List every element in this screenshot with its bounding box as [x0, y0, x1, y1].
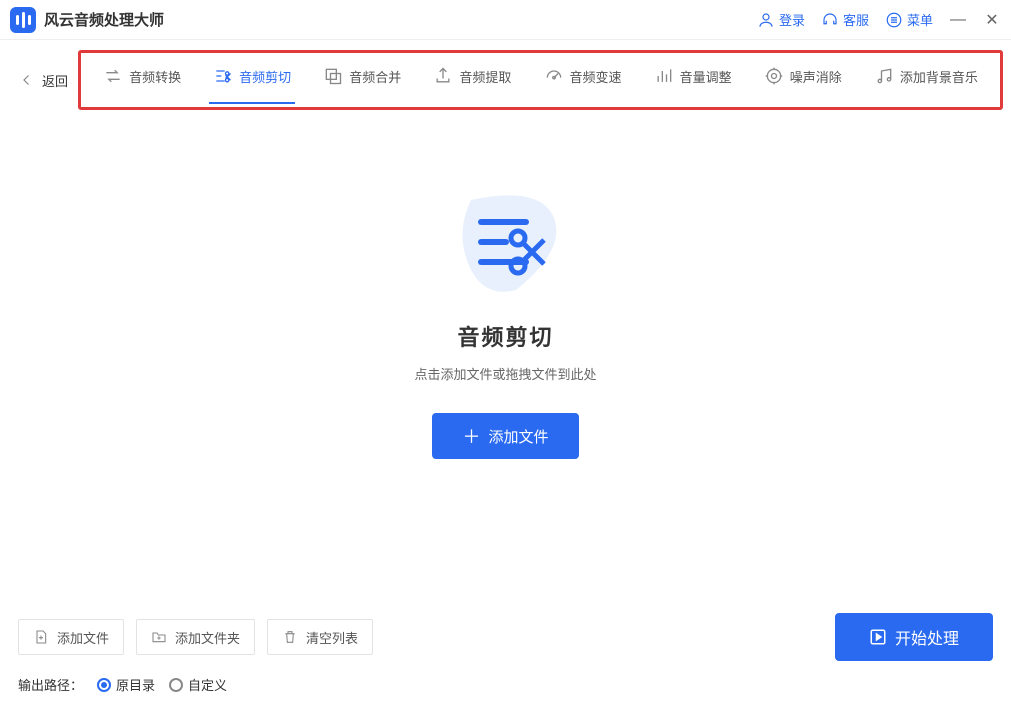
clear-list-button[interactable]: 清空列表	[267, 619, 373, 655]
tool-denoise[interactable]: 噪声消除	[760, 56, 846, 96]
minimize-button[interactable]: —	[949, 11, 967, 29]
back-button[interactable]: 返回	[8, 50, 78, 110]
music-icon	[874, 66, 894, 86]
denoise-icon	[764, 66, 784, 86]
trash-icon	[282, 629, 298, 645]
add-folder-button[interactable]: 添加文件夹	[136, 619, 255, 655]
start-process-label: 开始处理	[895, 625, 959, 649]
output-path-label: 输出路径：	[18, 675, 83, 694]
tool-cut[interactable]: 音频剪切	[209, 56, 295, 96]
output-original-label: 原目录	[116, 675, 155, 694]
add-folder-label: 添加文件夹	[175, 628, 240, 647]
output-original-radio[interactable]: 原目录	[97, 675, 155, 694]
output-custom-label: 自定义	[188, 675, 227, 694]
tool-bgmusic[interactable]: 添加背景音乐	[870, 56, 982, 96]
support-label: 客服	[843, 10, 869, 29]
back-label: 返回	[42, 71, 68, 90]
feature-illustration	[446, 180, 566, 300]
tool-convert[interactable]: 音频转换	[99, 56, 185, 96]
clear-list-label: 清空列表	[306, 628, 358, 647]
tool-label: 音频合并	[349, 67, 401, 86]
volume-bars-icon	[654, 66, 674, 86]
tool-merge[interactable]: 音频合并	[319, 56, 405, 96]
tool-label: 音频剪切	[239, 67, 291, 86]
folder-plus-icon	[151, 629, 167, 645]
tools-highlight-box: 音频转换 音频剪切 音频合并 音频提取 音频变速 音量调整 噪声消除	[78, 50, 1003, 110]
play-icon	[869, 628, 887, 646]
main-subtitle: 点击添加文件或拖拽文件到此处	[414, 364, 596, 383]
plus-icon: ＋	[462, 423, 480, 449]
tool-label: 音频转换	[129, 67, 181, 86]
convert-icon	[103, 66, 123, 86]
user-icon	[757, 11, 775, 29]
title-actions: 登录 客服 菜单 — ✕	[757, 10, 1001, 30]
start-process-button[interactable]: 开始处理	[835, 613, 993, 661]
tool-label: 添加背景音乐	[900, 67, 978, 86]
headset-icon	[821, 11, 839, 29]
menu-label: 菜单	[907, 10, 933, 29]
add-file-label: 添加文件	[57, 628, 109, 647]
close-button[interactable]: ✕	[983, 10, 1001, 30]
radio-dot-icon	[169, 678, 183, 692]
add-file-main-button[interactable]: ＋ 添加文件	[432, 413, 578, 459]
tool-volume[interactable]: 音量调整	[650, 56, 736, 96]
support-button[interactable]: 客服	[821, 10, 869, 29]
tool-label: 音量调整	[680, 67, 732, 86]
cut-icon	[213, 66, 233, 86]
bottom-bar: 添加文件 添加文件夹 清空列表 开始处理 输出路径： 原目录 自定义	[0, 613, 1011, 694]
login-label: 登录	[779, 10, 805, 29]
menu-list-icon	[885, 11, 903, 29]
add-file-button[interactable]: 添加文件	[18, 619, 124, 655]
tool-speed[interactable]: 音频变速	[540, 56, 626, 96]
tool-label: 音频变速	[570, 67, 622, 86]
file-plus-icon	[33, 629, 49, 645]
toolbar-row: 返回 音频转换 音频剪切 音频合并 音频提取 音频变速 音量调整	[0, 40, 1011, 110]
back-arrow-icon	[18, 71, 36, 89]
tool-label: 音频提取	[459, 67, 511, 86]
menu-button[interactable]: 菜单	[885, 10, 933, 29]
output-custom-radio[interactable]: 自定义	[169, 675, 227, 694]
tool-extract[interactable]: 音频提取	[429, 56, 515, 96]
login-button[interactable]: 登录	[757, 10, 805, 29]
add-file-main-label: 添加文件	[488, 426, 548, 447]
app-title: 风云音频处理大师	[44, 9, 164, 30]
tool-label: 噪声消除	[790, 67, 842, 86]
extract-icon	[433, 66, 453, 86]
merge-icon	[323, 66, 343, 86]
radio-dot-icon	[97, 678, 111, 692]
app-logo	[10, 7, 36, 33]
speed-icon	[544, 66, 564, 86]
main-drop-area[interactable]: 音频剪切 点击添加文件或拖拽文件到此处 ＋ 添加文件	[0, 180, 1011, 459]
titlebar: 风云音频处理大师 登录 客服 菜单 — ✕	[0, 0, 1011, 40]
main-heading: 音频剪切	[457, 320, 553, 352]
